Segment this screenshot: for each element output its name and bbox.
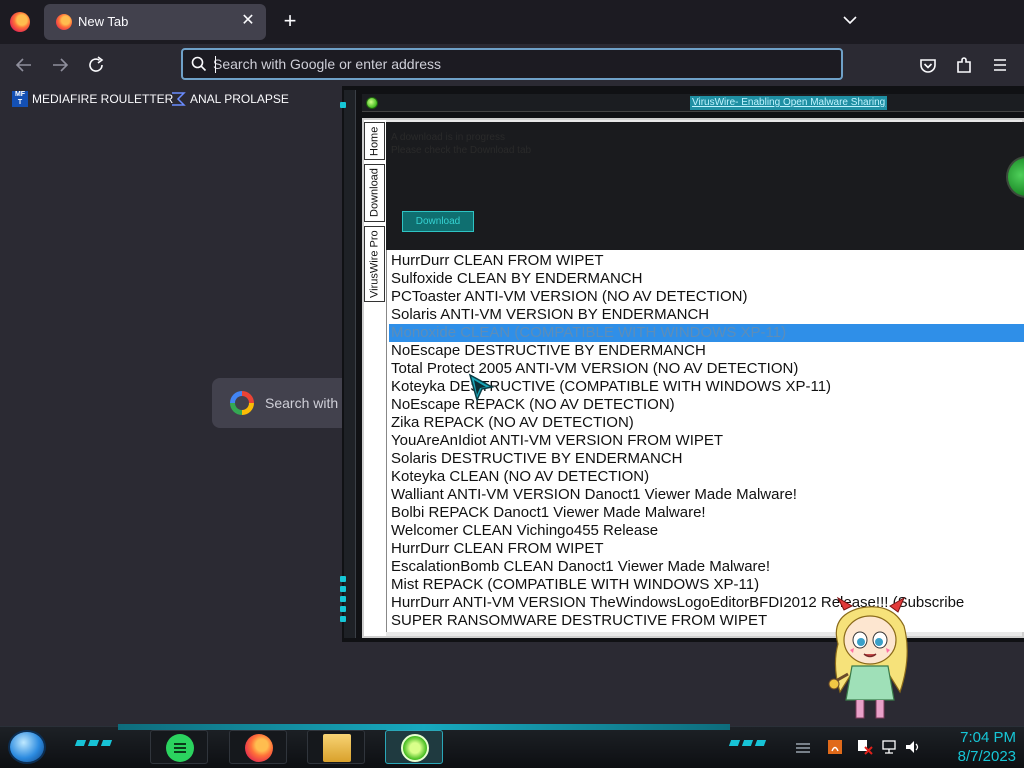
bookmark-label: ANAL PROLAPSE: [190, 92, 289, 106]
lime-app-icon: [401, 734, 429, 762]
tray-java-icon[interactable]: [826, 738, 844, 756]
malware-list[interactable]: HurrDurr CLEAN FROM WIPET Sulfoxide CLEA…: [386, 250, 1024, 632]
new-tab-button[interactable]: +: [278, 10, 302, 34]
file-explorer-icon: [323, 734, 351, 762]
tray-overflow-icon[interactable]: [794, 738, 812, 756]
list-item[interactable]: HurrDurr CLEAN FROM WIPET: [389, 540, 1024, 558]
close-tab-icon[interactable]: ✕: [238, 11, 258, 31]
newtab-search-box[interactable]: Search with: [212, 378, 352, 428]
viruswire-frame-rail: [344, 90, 356, 638]
forward-arrow-icon[interactable]: [49, 54, 71, 76]
mouse-cursor-icon: [468, 373, 495, 403]
tab-download[interactable]: Download: [364, 164, 385, 222]
bookmark-anal-prolapse[interactable]: ANAL PROLAPSE: [170, 90, 289, 108]
list-item[interactable]: Welcomer CLEAN Vichingo455 Release: [389, 522, 1024, 540]
chevron-down-icon[interactable]: [842, 12, 864, 32]
download-progress-message: A download is in progress: [391, 132, 505, 143]
list-item[interactable]: HurrDurr CLEAN FROM WIPET: [389, 252, 1024, 270]
hamburger-menu-icon[interactable]: [989, 54, 1011, 76]
taskbar-file-explorer[interactable]: [307, 730, 365, 764]
chat-app-icon: [166, 734, 194, 762]
text-caret: [215, 56, 216, 73]
taskbar-light-strip: [728, 740, 767, 746]
list-item-selected[interactable]: Monoxide CLEAN (COMPATIBLE WITH WINDOWS …: [389, 324, 1024, 342]
clock-date: 8/7/2023: [957, 748, 1016, 765]
bookmark-label: MEDIAFIRE ROULETTER: [32, 92, 174, 106]
list-item[interactable]: EscalationBomb CLEAN Danoct1 Viewer Made…: [389, 558, 1024, 576]
tab-viruswire-pro[interactable]: VirusWire Pro: [364, 226, 385, 302]
taskbar-light-strip: [74, 740, 113, 746]
list-item[interactable]: HurrDurr ANTI-VM VERSION TheWindowsLogoE…: [389, 594, 1024, 612]
list-item[interactable]: Solaris ANTI-VM VERSION BY ENDERMANCH: [389, 306, 1024, 324]
list-item[interactable]: Koteyka CLEAN (NO AV DETECTION): [389, 468, 1024, 486]
reload-icon[interactable]: [85, 54, 107, 76]
back-arrow-icon[interactable]: [13, 54, 35, 76]
search-icon: [191, 56, 207, 72]
viruswire-title: VirusWire- Enabling Open Malware Sharing: [690, 96, 888, 110]
mediafire-favicon-icon: MF T: [12, 91, 28, 107]
frame-light-strip: [340, 576, 348, 622]
pocket-icon[interactable]: [917, 54, 939, 76]
taskbar-firefox[interactable]: [229, 730, 287, 764]
start-button[interactable]: [8, 730, 46, 764]
firefox-tab-icon: [56, 14, 72, 30]
list-item[interactable]: Mist REPACK (COMPATIBLE WITH WINDOWS XP-…: [389, 576, 1024, 594]
frame-light-strip: [340, 102, 348, 108]
cartoon-mascot-icon: [828, 596, 908, 719]
taskbar-chat-app[interactable]: [150, 730, 208, 764]
download-button[interactable]: Download: [402, 211, 474, 232]
tab-home[interactable]: Home: [364, 122, 385, 160]
tab-new-tab[interactable]: New Tab ✕: [44, 4, 266, 40]
clock-time: 7:04 PM: [960, 729, 1016, 746]
url-input[interactable]: [213, 53, 813, 75]
list-item[interactable]: Walliant ANTI-VM VERSION Danoct1 Viewer …: [389, 486, 1024, 504]
taskbar-clock[interactable]: 7:04 PM 8/7/2023: [934, 728, 1016, 766]
bookmark-favicon-icon: [170, 91, 186, 107]
tray-security-alert-icon[interactable]: [856, 738, 874, 756]
list-item[interactable]: Solaris DESTRUCTIVE BY ENDERMANCH: [389, 450, 1024, 468]
list-item[interactable]: NoEscape DESTRUCTIVE BY ENDERMANCH: [389, 342, 1024, 360]
firefox-icon: [245, 734, 273, 762]
list-item[interactable]: Sulfoxide CLEAN BY ENDERMANCH: [389, 270, 1024, 288]
list-item[interactable]: PCToaster ANTI-VM VERSION (NO AV DETECTI…: [389, 288, 1024, 306]
taskbar-lime-app[interactable]: [385, 730, 443, 764]
list-item[interactable]: SUPER RANSOMWARE DESTRUCTIVE FROM WIPET: [389, 612, 1024, 630]
tray-network-icon[interactable]: [880, 738, 898, 756]
download-tab-message: Please check the Download tab: [391, 145, 532, 156]
list-item[interactable]: Bolbi REPACK Danoct1 Viewer Made Malware…: [389, 504, 1024, 522]
newtab-search-placeholder: Search with: [265, 395, 339, 411]
address-bar[interactable]: [181, 48, 843, 80]
extensions-puzzle-icon[interactable]: [953, 54, 975, 76]
firefox-logo-icon[interactable]: [10, 12, 30, 32]
list-item[interactable]: Zika REPACK (NO AV DETECTION): [389, 414, 1024, 432]
tab-strip: New Tab ✕ +: [0, 0, 1024, 44]
bookmark-mediafire-rouletter[interactable]: MF T MEDIAFIRE ROULETTER: [12, 90, 173, 108]
tab-title: New Tab: [78, 14, 129, 29]
google-logo-icon: [230, 391, 254, 415]
list-item[interactable]: YouAreAnIdiot ANTI-VM VERSION FROM WIPET: [389, 432, 1024, 450]
tray-volume-icon[interactable]: [904, 738, 922, 756]
app-status-icon[interactable]: [366, 97, 378, 109]
